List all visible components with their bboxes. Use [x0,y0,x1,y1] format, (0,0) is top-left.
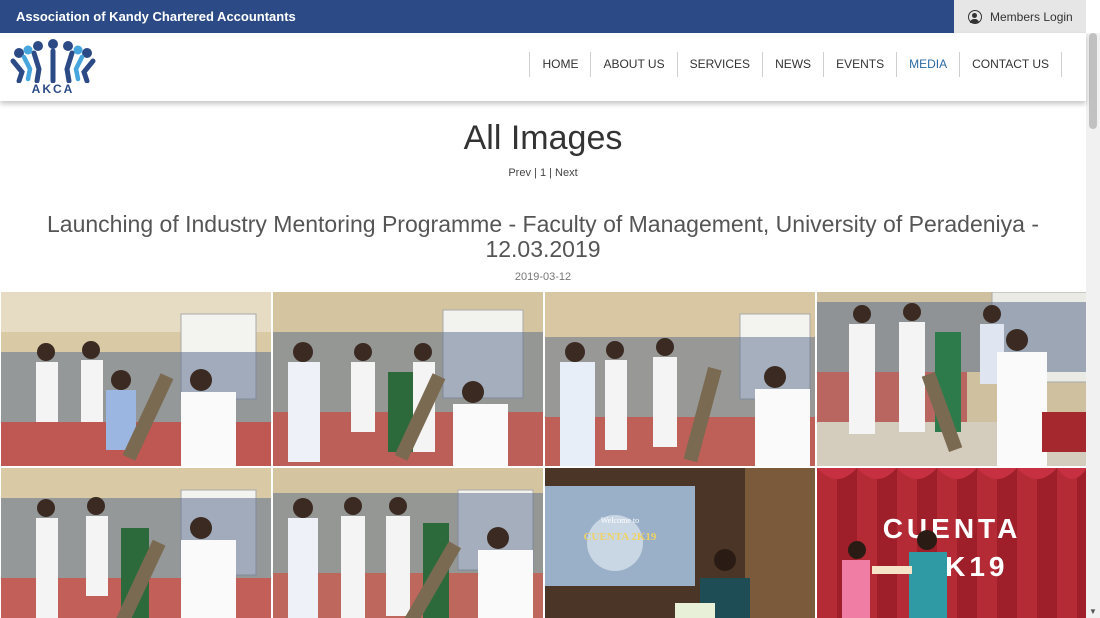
photo-ceremony-icon [273,468,543,618]
nav-services[interactable]: SERVICES [678,52,764,77]
photo-projector-welcome-icon: Welcome to CUENTA 2K19 [545,468,815,618]
scrollbar-thumb[interactable] [1089,33,1097,129]
nav-about-us[interactable]: ABOUT US [591,52,678,77]
main-content: All Images Prev | 1 | Next Launching of … [0,101,1086,618]
gallery-image[interactable] [273,468,543,618]
photo-ceremony-icon [273,292,543,466]
page-title: All Images [463,119,623,157]
nav-news[interactable]: NEWS [763,52,825,77]
pagination: Prev | 1 | Next [0,167,1086,179]
site-header: AKCA HOME ABOUT US SERVICES NEWS EVENTS … [0,33,1086,101]
gallery-image[interactable]: CUENTA 2K19 [817,468,1086,618]
nav-home[interactable]: HOME [530,52,592,77]
photo-ceremony-icon [817,292,1086,466]
prev-link[interactable]: Prev [508,167,531,179]
gallery-image[interactable] [1,292,271,466]
scroll-down-arrow-icon[interactable]: ▼ [1089,607,1097,616]
logo-text: AKCA [31,82,75,96]
svg-text:CUENTA: CUENTA [883,513,1022,544]
gallery-image[interactable] [273,292,543,466]
akca-logo[interactable]: AKCA [10,39,100,97]
photo-cuenta-stage-icon: CUENTA 2K19 [817,468,1086,618]
svg-text:Welcome to: Welcome to [601,516,639,525]
gallery-image[interactable] [817,292,1086,466]
organization-name: Association of Kandy Chartered Accountan… [16,9,296,24]
gallery-image[interactable] [545,292,815,466]
photo-ceremony-icon [1,468,271,618]
svg-text:CUENTA 2K19: CUENTA 2K19 [584,531,657,543]
members-login-label: Members Login [990,9,1073,24]
page-scrollbar[interactable]: ▼ [1086,33,1100,618]
photo-ceremony-icon [1,292,271,466]
image-gallery: Welcome to CUENTA 2K19 CUENTA 2K19 [1,292,1086,618]
album-title: Launching of Industry Mentoring Programm… [46,211,1040,262]
gallery-image[interactable]: Welcome to CUENTA 2K19 [545,468,815,618]
album-date: 2019-03-12 [514,271,572,283]
nav-contact-us[interactable]: CONTACT US [960,52,1062,77]
members-login-button[interactable]: Members Login [954,0,1086,33]
photo-ceremony-icon [545,292,815,466]
main-nav: HOME ABOUT US SERVICES NEWS EVENTS MEDIA… [529,52,1062,77]
gallery-image[interactable] [1,468,271,618]
top-bar: Association of Kandy Chartered Accountan… [0,0,1086,33]
nav-events[interactable]: EVENTS [824,52,898,77]
next-link[interactable]: Next [555,167,578,179]
people-logo-icon [10,39,96,84]
nav-media[interactable]: MEDIA [897,52,961,77]
page-1-link[interactable]: 1 [540,167,546,179]
user-circle-icon [968,9,982,24]
